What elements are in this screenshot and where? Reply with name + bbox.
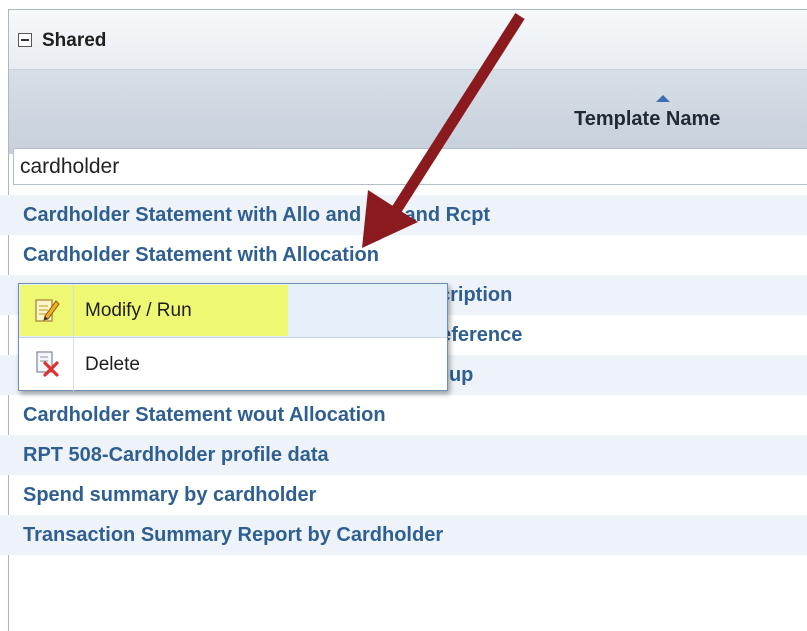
modify-run-label: Modify / Run [85, 300, 192, 321]
template-row[interactable]: Transaction Summary Report by Cardholder [0, 515, 807, 555]
panel-header: Shared [9, 10, 807, 70]
modify-run-menu-item[interactable]: Modify / Run [19, 284, 447, 338]
delete-document-icon [36, 351, 59, 377]
template-row[interactable]: Cardholder Statement wout Allocation [0, 395, 807, 435]
template-row[interactable]: Cardholder Statement with Allocation [0, 235, 807, 275]
template-name-filter-input[interactable] [13, 148, 807, 185]
delete-menu-item[interactable]: Delete [19, 338, 447, 391]
delete-label: Delete [85, 354, 140, 375]
context-menu: Modify / Run Delete [18, 283, 448, 391]
template-row[interactable]: RPT 508-Cardholder profile data [0, 435, 807, 475]
sort-ascending-icon[interactable] [656, 95, 670, 102]
template-row[interactable]: Cardholder Statement with Allo and Ref a… [0, 195, 807, 235]
collapse-icon[interactable] [18, 33, 32, 47]
edit-document-icon [35, 299, 60, 322]
panel-title: Shared [42, 30, 107, 51]
template-row[interactable]: Spend summary by cardholder [0, 475, 807, 515]
template-name-column-header[interactable]: Template Name [574, 108, 720, 131]
